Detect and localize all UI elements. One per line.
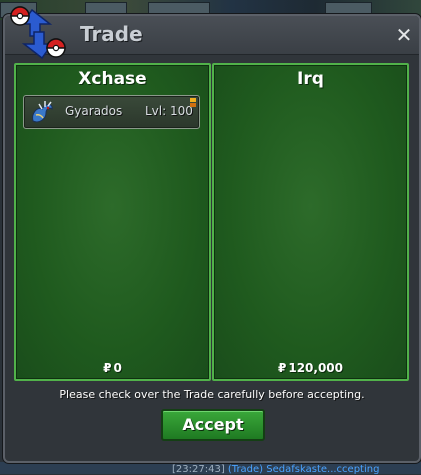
trade-panel-partner: Irq ₽120,000 bbox=[212, 63, 409, 381]
gyarados-sprite-icon bbox=[32, 101, 53, 123]
player-name-self: Xchase bbox=[78, 69, 147, 89]
accept-button[interactable]: Accept bbox=[161, 409, 265, 441]
trade-logo-icon bbox=[10, 6, 66, 60]
trade-notice: Please check over the Trade carefully be… bbox=[59, 388, 365, 401]
player-name-partner: Irq bbox=[297, 69, 324, 89]
item-name: Gyarados bbox=[65, 104, 123, 118]
trade-window: Trade ✕ Xchase Gyarados Lvl: 100 ₽ 0 Irq… bbox=[3, 6, 421, 463]
chat-timestamp: [23:27:43] bbox=[172, 464, 225, 475]
chat-text: Sedafskaste...ccepting bbox=[266, 464, 380, 475]
trade-item-slot[interactable]: Gyarados Lvl: 100 bbox=[23, 95, 200, 129]
chat-channel: (Trade) bbox=[227, 464, 264, 475]
currency-symbol: ₽ bbox=[277, 361, 287, 375]
item-marker-icon bbox=[190, 98, 196, 107]
currency-symbol: ₽ bbox=[103, 361, 112, 375]
money-offer-partner: ₽120,000 bbox=[214, 361, 407, 375]
item-level: Lvl: 100 bbox=[145, 104, 193, 118]
money-offer-self: ₽0 bbox=[16, 361, 209, 375]
window-title: Trade bbox=[80, 22, 143, 46]
chat-log-line: [23:27:43] (Trade) Sedafskaste...cceptin… bbox=[172, 464, 379, 475]
money-amount: 0 bbox=[113, 361, 122, 375]
trade-panel-self[interactable]: Xchase Gyarados Lvl: 100 ₽0 bbox=[14, 63, 211, 381]
close-button[interactable]: ✕ bbox=[393, 24, 415, 46]
money-amount: 120,000 bbox=[288, 361, 343, 375]
